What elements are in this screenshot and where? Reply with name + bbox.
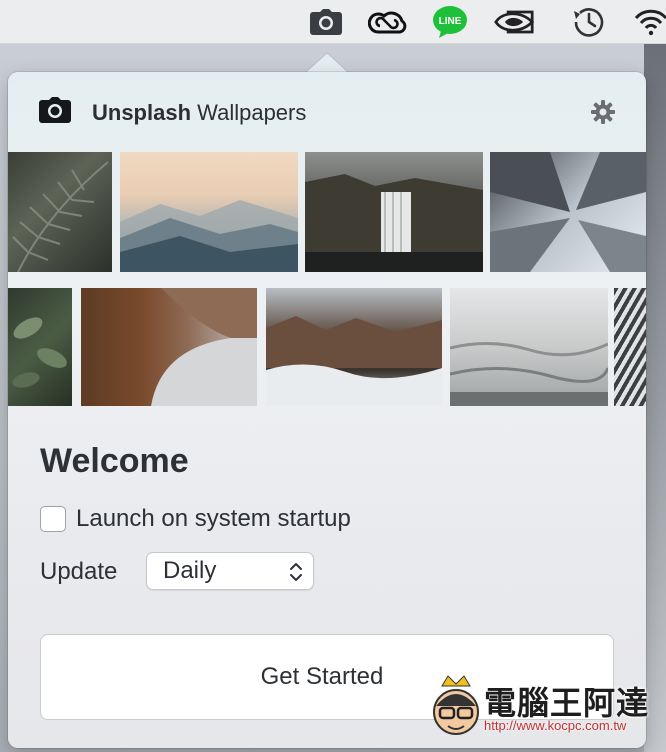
watermark: 電腦王阿達 http://www.kocpc.com.tw — [428, 668, 666, 752]
wifi-icon[interactable] — [632, 6, 666, 38]
desktop-edge — [644, 44, 666, 752]
wallpaper-thumb-rapids[interactable] — [450, 288, 608, 406]
title-brand: Unsplash — [92, 100, 192, 125]
update-label: Update — [40, 558, 118, 585]
wallpaper-thumb-clouds[interactable] — [266, 288, 442, 406]
unsplash-popover: Unsplash Wallpapers Welcome Launch on sy… — [8, 72, 646, 748]
popover-title: Unsplash Wallpapers — [92, 100, 306, 126]
creative-cloud-icon[interactable] — [368, 6, 408, 38]
wallpaper-thumb-fern[interactable] — [8, 152, 112, 272]
welcome-heading: Welcome — [40, 442, 189, 480]
wallpaper-thumb-mountains[interactable] — [120, 152, 298, 272]
get-started-label: Get Started — [260, 663, 384, 690]
wallpaper-thumb-sculpture[interactable] — [81, 288, 257, 406]
wallpaper-thumb-waterfall[interactable] — [305, 152, 483, 272]
wallpaper-thumb-skyscrapers[interactable] — [490, 152, 646, 272]
line-icon[interactable]: LINE — [430, 6, 470, 38]
popover-header: Unsplash Wallpapers — [8, 72, 646, 152]
camera-icon[interactable] — [306, 6, 346, 38]
line-label: LINE — [439, 16, 462, 27]
popover-arrow — [305, 52, 349, 74]
watermark-mascot-icon — [433, 675, 479, 735]
unsplash-camera-icon — [39, 97, 71, 123]
gear-icon[interactable] — [590, 99, 616, 125]
wallpaper-thumb-leaves[interactable] — [8, 288, 72, 406]
title-suffix: Wallpapers — [191, 100, 307, 125]
wallpaper-thumb-pattern[interactable] — [614, 288, 646, 406]
update-frequency-select[interactable]: Daily — [146, 552, 314, 590]
launch-startup-label[interactable]: Launch on system startup — [76, 505, 351, 533]
menu-bar: LINE — [0, 0, 666, 44]
watermark-url: http://www.kocpc.com.tw — [484, 718, 627, 733]
update-frequency-value: Daily — [163, 557, 217, 584]
launch-startup-row[interactable]: Launch on system startup — [40, 504, 351, 534]
launch-startup-checkbox[interactable] — [40, 506, 66, 532]
updown-chevron-icon — [290, 563, 302, 581]
nvidia-icon[interactable] — [494, 6, 534, 38]
time-machine-icon[interactable] — [568, 6, 608, 38]
